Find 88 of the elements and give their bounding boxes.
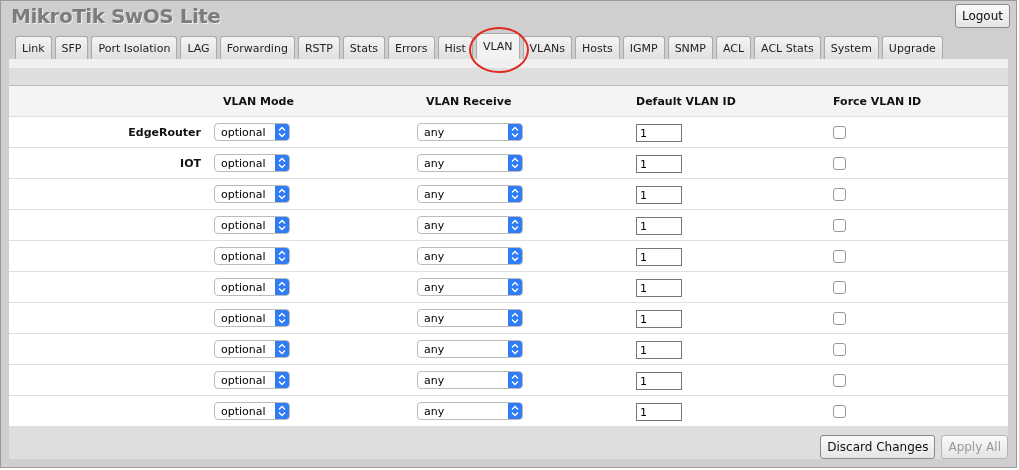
caret-icon (508, 341, 522, 357)
caret-icon (508, 310, 522, 326)
tab[interactable]: Link (15, 36, 52, 59)
caret-icon (275, 279, 289, 295)
vlan-receive-select[interactable]: any (417, 278, 523, 296)
vlan-id-field[interactable]: 1 (636, 186, 682, 205)
caret-icon (508, 124, 522, 140)
tab[interactable]: Hosts (574, 36, 620, 59)
vlan-receive-select[interactable]: any (417, 340, 523, 358)
column-header: Force VLAN ID (832, 94, 923, 108)
vlan-id-field[interactable]: 1 (636, 310, 682, 329)
caret-icon (508, 403, 522, 419)
vlan-mode-select[interactable]: optional (214, 247, 290, 265)
caret-icon (508, 372, 522, 388)
vlan-id-field[interactable]: 1 (636, 279, 682, 298)
caret-icon (275, 372, 289, 388)
tab[interactable]: SNMP (667, 36, 713, 59)
tab[interactable]: ACL (715, 36, 752, 59)
vlan-receive-select[interactable]: any (417, 185, 523, 203)
vlan-mode-select[interactable]: optional (214, 278, 290, 296)
vlan-mode-select[interactable]: optional (214, 154, 290, 172)
tab[interactable]: LAG (180, 36, 217, 59)
vlan-receive-select[interactable]: any (417, 154, 523, 172)
vlan-mode-select[interactable]: optional (214, 402, 290, 420)
caret-icon (275, 403, 289, 419)
app-title: MikroTik SwOS Lite (11, 4, 221, 28)
vlan-mode-select[interactable]: optional (214, 216, 290, 234)
tab[interactable]: ACL Stats (754, 36, 821, 59)
port-name: IOT (180, 156, 201, 170)
force-checkbox[interactable] (833, 373, 846, 387)
caret-icon (508, 248, 522, 264)
port-name: EdgeRouter (128, 125, 201, 139)
tab[interactable]: VLANs (522, 36, 572, 59)
vlan-mode-select[interactable]: optional (214, 123, 290, 141)
tab[interactable]: Forwarding (219, 36, 295, 59)
vlan-id-field[interactable]: 1 (636, 155, 682, 174)
vlan-mode-select[interactable]: optional (214, 185, 290, 203)
force-checkbox[interactable] (833, 156, 846, 170)
caret-icon (275, 310, 289, 326)
tab[interactable]: Hist (437, 36, 473, 59)
vlan-receive-select[interactable]: any (417, 216, 523, 234)
force-checkbox[interactable] (833, 187, 846, 201)
tab[interactable]: Port Isolation (91, 36, 178, 59)
caret-icon (275, 186, 289, 202)
logout-button[interactable]: Logout (954, 4, 1010, 28)
vlan-id-field[interactable]: 1 (636, 403, 682, 422)
caret-icon (275, 124, 289, 140)
vlan-mode-select[interactable]: optional (214, 371, 290, 389)
caret-icon (508, 217, 522, 233)
action-button[interactable]: Discard Changes (820, 435, 936, 459)
vlan-receive-select[interactable]: any (417, 123, 523, 141)
caret-icon (508, 279, 522, 295)
vlan-receive-select[interactable]: any (417, 309, 523, 327)
caret-icon (275, 217, 289, 233)
caret-icon (275, 341, 289, 357)
caret-icon (508, 155, 522, 171)
annotation-circle (468, 27, 529, 73)
vlan-id-field[interactable]: 1 (636, 341, 682, 360)
force-checkbox[interactable] (833, 404, 846, 418)
caret-icon (275, 248, 289, 264)
tab[interactable]: IGMP (622, 36, 665, 59)
tab[interactable]: VLAN (475, 33, 520, 59)
vlan-id-field[interactable]: 1 (636, 124, 682, 143)
vlan-receive-select[interactable]: any (417, 247, 523, 265)
vlan-mode-select[interactable]: optional (214, 309, 290, 327)
tab[interactable]: Upgrade (881, 36, 943, 59)
vlan-id-field[interactable]: 1 (636, 248, 682, 267)
force-checkbox[interactable] (833, 342, 846, 356)
caret-icon (508, 186, 522, 202)
vlan-receive-select[interactable]: any (417, 402, 523, 420)
tab[interactable]: Errors (387, 36, 435, 59)
column-header: VLAN Receive (425, 94, 513, 108)
vlan-mode-select[interactable]: optional (214, 340, 290, 358)
tab[interactable]: Stats (342, 36, 385, 59)
tab[interactable]: RSTP (297, 36, 340, 59)
column-header: VLAN Mode (222, 94, 295, 108)
caret-icon (275, 155, 289, 171)
vlan-id-field[interactable]: 1 (636, 217, 682, 236)
force-checkbox[interactable] (833, 218, 846, 232)
tab[interactable]: SFP (54, 36, 89, 59)
force-checkbox[interactable] (833, 311, 846, 325)
force-checkbox[interactable] (833, 280, 846, 294)
vlan-receive-select[interactable]: any (417, 371, 523, 389)
force-checkbox[interactable] (833, 249, 846, 263)
force-checkbox[interactable] (833, 125, 846, 139)
tab[interactable]: System (823, 36, 879, 59)
vlan-id-field[interactable]: 1 (636, 372, 682, 391)
column-header: Default VLAN ID (635, 94, 737, 108)
